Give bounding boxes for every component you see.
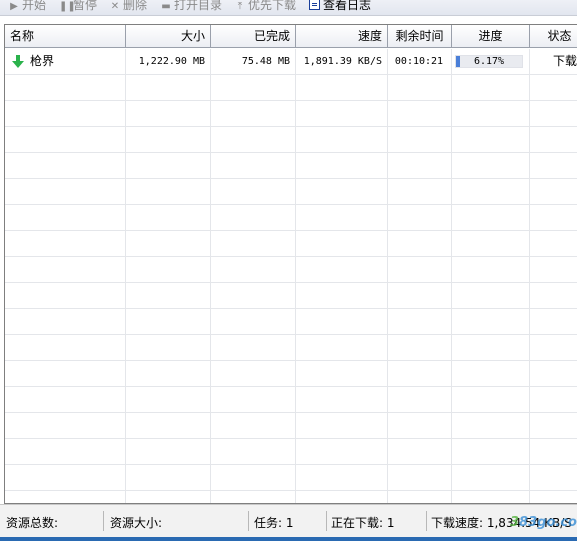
- column-header-size[interactable]: 大小: [126, 25, 211, 48]
- grid-line: [5, 178, 577, 179]
- progress-cell: 6.17%: [451, 49, 529, 74]
- column-header-name[interactable]: 名称: [5, 25, 126, 48]
- grid-line: [5, 360, 577, 361]
- watermark-logo: 383go.com: [510, 515, 577, 530]
- pause-button[interactable]: ❚❚暂停: [59, 0, 97, 14]
- grid-line: [5, 334, 577, 335]
- progress-bar: 6.17%: [455, 55, 523, 68]
- status-bar: 资源总数: 资源大小: 任务: 1 正在下载: 1 下载速度: 1,834.54…: [0, 504, 577, 538]
- download-row[interactable]: 枪界 1,222.90 MB 75.48 MB 1,891.39 KB/S 00…: [5, 49, 577, 74]
- completed-cell: 75.48 MB: [241, 56, 290, 67]
- log-icon: [309, 0, 320, 10]
- total-resources: 资源总数:: [6, 516, 59, 530]
- task-name: 枪界: [30, 54, 55, 68]
- folder-icon: ▬: [161, 1, 171, 12]
- status-separator: [326, 511, 327, 531]
- grid-line: [5, 204, 577, 205]
- grid-line: [5, 230, 577, 231]
- progress-text: 6.17%: [473, 56, 505, 67]
- task-count: 任务: 1: [254, 516, 294, 530]
- grid-line: [210, 49, 211, 503]
- grid-line: [125, 49, 126, 503]
- grid-line: [5, 74, 577, 75]
- pause-icon: ❚❚: [59, 1, 76, 12]
- pause-label: 暂停: [73, 0, 98, 12]
- view-log-button[interactable]: 查看日志: [309, 0, 371, 14]
- grid-line: [5, 282, 577, 283]
- grid-line: [451, 49, 452, 503]
- delete-label: 删除: [123, 0, 148, 12]
- grid-line: [5, 256, 577, 257]
- list-header: 名称 大小 已完成 速度 剩余时间 进度 状态: [5, 25, 577, 49]
- grid-line: [387, 49, 388, 503]
- size-cell: 1,222.90 MB: [138, 56, 205, 67]
- column-header-status[interactable]: 状态: [530, 25, 577, 48]
- bottom-border-strip: [0, 537, 577, 541]
- grid-line: [5, 490, 577, 491]
- column-header-remaining[interactable]: 剩余时间: [388, 25, 452, 48]
- grid-line: [5, 464, 577, 465]
- grid-line: [529, 49, 530, 503]
- column-header-completed[interactable]: 已完成: [211, 25, 296, 48]
- start-label: 开始: [22, 0, 47, 12]
- play-icon: ▶: [10, 1, 18, 12]
- delete-button[interactable]: ✕ 删除: [109, 0, 147, 14]
- download-arrow-icon: [12, 55, 24, 68]
- start-button[interactable]: ▶ 开始: [8, 0, 46, 14]
- grid-line: [5, 438, 577, 439]
- status-separator: [248, 511, 249, 531]
- grid-line: [5, 126, 577, 127]
- resource-size: 资源大小:: [110, 516, 163, 530]
- grid-line: [5, 152, 577, 153]
- download-list: 名称 大小 已完成 速度 剩余时间 进度 状态 枪界 1,222.90 MB 7…: [4, 24, 577, 504]
- column-header-speed[interactable]: 速度: [296, 25, 388, 48]
- status-separator: [426, 511, 427, 531]
- open-folder-button[interactable]: ▬ 打开目录: [160, 0, 222, 14]
- delete-icon: ✕: [110, 1, 120, 12]
- grid-line: [5, 308, 577, 309]
- priority-icon: ⤒: [237, 1, 243, 12]
- grid-line: [5, 412, 577, 413]
- column-header-progress[interactable]: 进度: [452, 25, 530, 48]
- open-folder-label: 打开目录: [174, 0, 223, 12]
- toolbar: ▶ 开始 ❚❚暂停 ✕ 删除 ▬ 打开目录 ⤒ 优先下载 查看日志: [0, 0, 577, 16]
- downloading-count: 正在下载: 1: [331, 516, 395, 530]
- view-log-label: 查看日志: [323, 0, 372, 12]
- grid-line: [5, 100, 577, 101]
- speed-cell: 1,891.39 KB/S: [303, 56, 382, 67]
- priority-download-button[interactable]: ⤒ 优先下载: [234, 0, 296, 14]
- grid-line: [5, 386, 577, 387]
- priority-download-label: 优先下载: [248, 0, 297, 12]
- remaining-time-cell: 00:10:21: [394, 56, 444, 67]
- status-separator: [103, 511, 104, 531]
- name-cell: 枪界: [5, 49, 125, 74]
- grid-line: [295, 49, 296, 503]
- status-cell: 下载: [553, 54, 577, 68]
